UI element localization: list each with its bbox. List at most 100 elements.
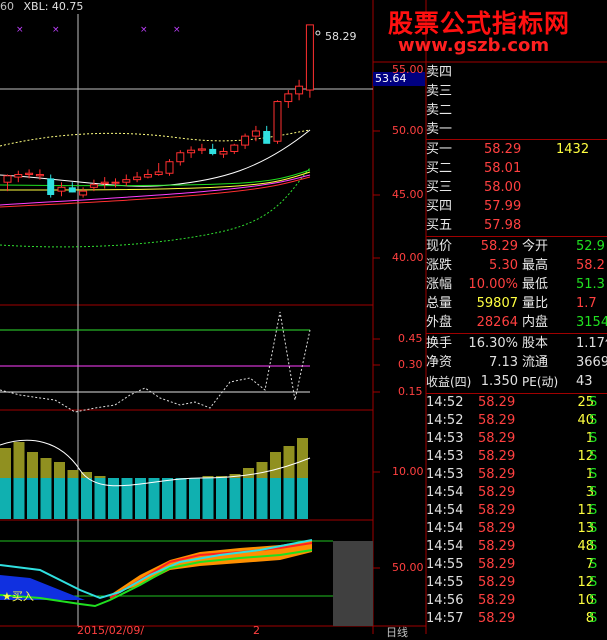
fund-value: 16.30%: [468, 336, 518, 351]
trade-volume: 3: [585, 485, 594, 500]
indicator-axis-label: 50.00: [392, 561, 424, 574]
cursor-date: 2015/02/09/: [77, 624, 145, 637]
indicator-axis-label: 0.15: [398, 385, 423, 398]
trade-price: 58.29: [478, 395, 516, 410]
indicator-readout: 60 XBL: 40.75: [0, 0, 83, 14]
trade-time: 14:55: [426, 557, 464, 572]
trade-price: 58.29: [478, 557, 516, 572]
band-lower-line: [0, 167, 311, 248]
trade-time: 14:56: [426, 593, 464, 608]
sell-label: 卖二: [426, 103, 453, 118]
trade-time: 14:57: [426, 611, 464, 626]
fund-value: 1.17亿: [576, 336, 607, 351]
trade-price: 58.29: [478, 467, 516, 482]
olive-bar: [283, 446, 295, 478]
trade-price: 58.29: [478, 485, 516, 500]
period-selector[interactable]: 日线: [386, 624, 408, 640]
teal-bar: [54, 478, 65, 519]
teal-bar: [121, 478, 133, 519]
teal-bar: [0, 478, 11, 519]
quote-value: 5.30: [489, 258, 518, 273]
indicator-panel-1: [0, 311, 311, 413]
candle-body: [68, 187, 76, 193]
candle-body: [154, 171, 163, 176]
fund-label: 流通: [522, 355, 549, 370]
price-axis-top-label: 55.00: [392, 63, 424, 76]
quote-label: 总量: [426, 296, 453, 311]
quote-value: 3154: [576, 315, 607, 330]
trade-price: 58.29: [478, 539, 516, 554]
trade-row: 14:56 58.29 10 S: [426, 592, 607, 610]
candle-body: [100, 181, 109, 184]
quote-row: 涨跌 5.30 最高 58.2: [426, 257, 607, 275]
candle-body: [251, 130, 260, 137]
quote-row: 总量 59807 量比 1.7: [426, 295, 607, 313]
teal-bar: [162, 478, 173, 519]
trade-price: 58.29: [478, 449, 516, 464]
candle-body: [273, 101, 282, 142]
trade-price: 58.29: [478, 593, 516, 608]
trade-time: 14:54: [426, 485, 464, 500]
trade-row: 14:55 58.29 7 S: [426, 556, 607, 574]
trade-price: 58.29: [478, 431, 516, 446]
indicator-prefix: 60: [0, 0, 14, 13]
fund-value: 43: [576, 374, 593, 389]
trade-row: 14:53 58.29 1 S: [426, 430, 607, 448]
olive-bar: [54, 462, 65, 478]
trade-time: 14:52: [426, 395, 464, 410]
teal-bar: [216, 478, 227, 519]
candle-body: [14, 174, 23, 178]
trade-volume: 25: [577, 395, 594, 410]
indicator-axis-label: 10.00: [392, 465, 424, 478]
trade-side: S: [589, 485, 598, 500]
candle-body: [165, 161, 174, 174]
fund-row: 净资 7.13 流通 3669万: [426, 354, 607, 372]
candle-body: [143, 174, 152, 178]
date-axis-tick: 2: [253, 624, 260, 637]
teal-bar: [229, 478, 241, 519]
fund-value: 1.350: [480, 374, 518, 389]
divider: [426, 333, 607, 334]
teal-bar: [202, 478, 214, 519]
quote-value: 52.9: [576, 239, 605, 254]
candle-body: [57, 186, 66, 192]
fund-label: 换手: [426, 336, 453, 351]
trade-price: 58.29: [478, 503, 516, 518]
quote-label: 涨跌: [426, 258, 453, 273]
buy-label: 买一: [426, 142, 453, 157]
indicator-panel-2: [0, 438, 308, 519]
candle-body: [89, 184, 98, 188]
trade-side: S: [589, 467, 598, 482]
quote-row: 涨幅 10.00% 最低 51.3: [426, 276, 607, 294]
buy-price: 57.99: [484, 199, 522, 214]
buy-row: 买一 58.29 1432: [426, 141, 607, 159]
teal-bar: [243, 478, 254, 519]
indicator-line-1: [0, 311, 311, 413]
sell-row: 卖四: [426, 64, 607, 82]
teal-bar: [27, 478, 38, 519]
trade-volume: 7: [585, 557, 594, 572]
trade-side: S: [589, 503, 598, 518]
trade-row: 14:54 58.29 11 S: [426, 502, 607, 520]
quote-label: 今开: [522, 239, 549, 254]
candle-body: [3, 175, 12, 183]
price-axis-label: 40.00: [392, 251, 424, 264]
trade-row: 14:53 58.29 1 S: [426, 466, 607, 484]
divider: [426, 236, 607, 237]
quote-value: 51.3: [576, 277, 605, 292]
candle-body: [305, 24, 314, 91]
trade-volume: 11: [577, 503, 594, 518]
quote-label: 现价: [426, 239, 453, 254]
candle-body: [284, 93, 293, 103]
fund-value: 7.13: [489, 355, 518, 370]
fund-row: 收益(四) 1.350 PE(动) 43: [426, 373, 607, 391]
price-axis-label: 45.00: [392, 188, 424, 201]
teal-bar: [175, 478, 187, 519]
trade-side: S: [589, 431, 598, 446]
trade-side: S: [589, 449, 598, 464]
olive-bar: [67, 470, 79, 478]
sell-row: 卖三: [426, 83, 607, 101]
buy-label: 买四: [426, 199, 453, 214]
buy-label: 买三: [426, 180, 453, 195]
divider: [426, 139, 607, 140]
